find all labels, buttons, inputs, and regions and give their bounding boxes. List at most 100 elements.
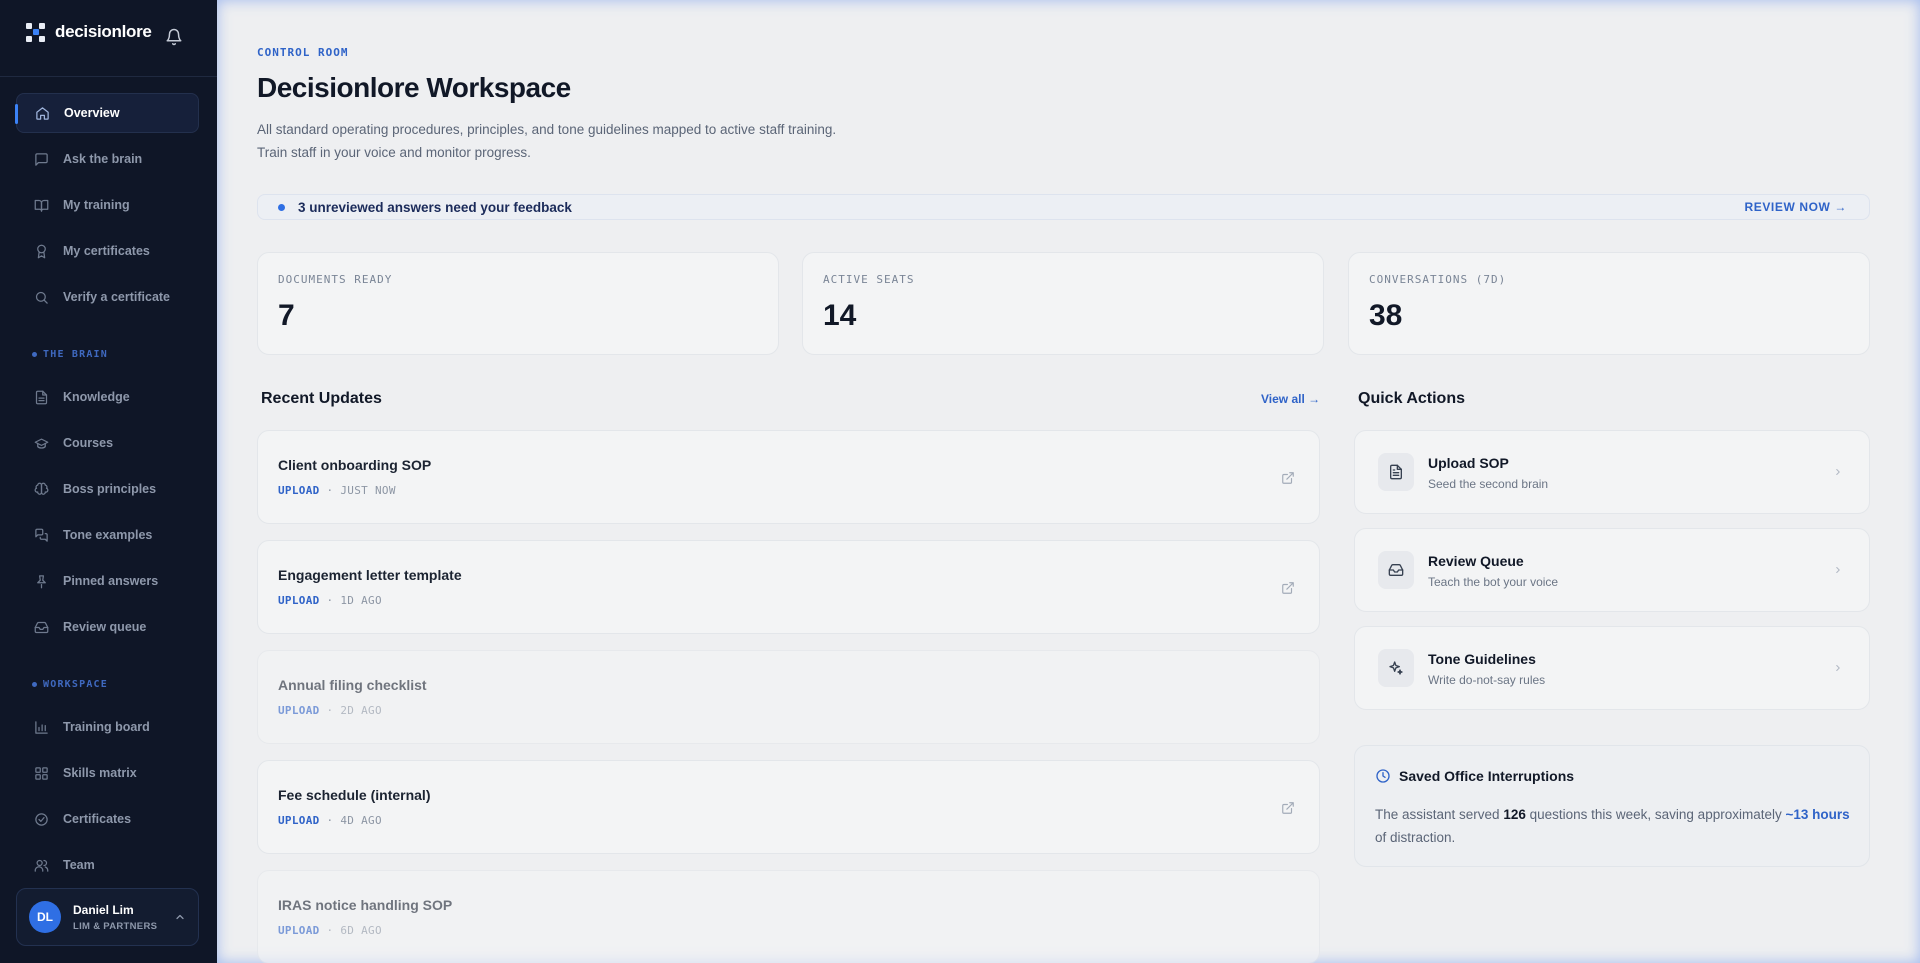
users-icon <box>34 859 49 872</box>
sidebar-item-label: Training board <box>63 720 150 734</box>
update-time: JUST NOW <box>340 484 396 497</box>
sidebar-item-label: Ask the brain <box>63 152 143 166</box>
sidebar-item-boss-principles[interactable]: Boss principles <box>16 469 199 509</box>
quick-action-upload-sop[interactable]: Upload SOP Seed the second brain <box>1354 430 1870 514</box>
stat-card-conversations: CONVERSATIONS (7D) 38 <box>1348 252 1870 355</box>
brand-logo-icon <box>26 22 45 42</box>
quick-actions-title: Quick Actions <box>1358 390 1465 407</box>
check-circle-icon <box>35 812 48 826</box>
clock-icon <box>1376 769 1390 783</box>
stat-value: 7 <box>278 299 295 332</box>
sidebar-item-my-training[interactable]: My training <box>16 185 199 225</box>
savings-text-pre: The assistant served <box>1375 807 1504 822</box>
sidebar-item-certificates[interactable]: Certificates <box>16 799 199 839</box>
sidebar-item-training-board[interactable]: Training board <box>16 707 199 747</box>
sidebar: decisionlore Overview Ask the brain My t… <box>0 0 217 963</box>
page-title: Decisionlore Workspace <box>257 72 571 103</box>
sidebar-item-pinned-answers[interactable]: Pinned answers <box>16 561 199 601</box>
section-label-workspace: WORKSPACE <box>32 679 108 690</box>
inbox-icon <box>34 621 49 633</box>
meta-separator: · <box>326 814 334 827</box>
quick-action-title: Review Queue <box>1428 553 1524 569</box>
update-title: Engagement letter template <box>278 567 462 583</box>
update-meta: UPLOAD · 1D AGO <box>278 594 382 607</box>
sidebar-item-overview[interactable]: Overview <box>15 93 199 133</box>
external-link-icon[interactable] <box>1281 581 1295 595</box>
update-meta: UPLOAD · 6D AGO <box>278 924 382 937</box>
sidebar-divider <box>0 76 217 77</box>
page-subtitle: All standard operating procedures, princ… <box>257 122 837 160</box>
bar-chart-icon <box>35 720 48 734</box>
sidebar-item-courses[interactable]: Courses <box>16 423 199 463</box>
brand-name: decisionlore <box>55 22 152 41</box>
bell-icon[interactable] <box>165 28 183 46</box>
update-card[interactable]: Annual filing checklist UPLOAD · 2D AGO <box>257 650 1320 744</box>
quick-action-review-queue[interactable]: Review Queue Teach the bot your voice <box>1354 528 1870 612</box>
stat-card-seats: ACTIVE SEATS 14 <box>802 252 1324 355</box>
update-type: UPLOAD <box>278 704 320 717</box>
update-title: Client onboarding SOP <box>278 457 432 473</box>
meta-separator: · <box>326 704 334 717</box>
stat-label: DOCUMENTS READY <box>278 273 393 286</box>
sidebar-item-knowledge[interactable]: Knowledge <box>16 377 199 417</box>
quick-action-icon-box <box>1378 649 1414 687</box>
sidebar-item-review-queue[interactable]: Review queue <box>16 607 199 647</box>
sidebar-item-label: Boss principles <box>63 482 157 496</box>
update-time: 6D AGO <box>340 924 382 937</box>
file-text-icon <box>1390 464 1402 480</box>
quick-action-subtitle: Seed the second brain <box>1428 477 1549 491</box>
sidebar-item-label: Verify a certificate <box>63 290 171 304</box>
review-now-link[interactable]: REVIEW NOW → <box>1744 200 1847 214</box>
update-time: 4D AGO <box>340 814 382 827</box>
update-type: UPLOAD <box>278 484 320 497</box>
meta-separator: · <box>326 594 334 607</box>
sparkles-icon <box>1389 661 1403 675</box>
chat-icon <box>35 152 48 166</box>
update-type: UPLOAD <box>278 814 320 827</box>
award-icon <box>37 244 46 258</box>
grid-icon <box>35 766 48 780</box>
graduation-cap-icon <box>34 438 49 449</box>
external-link-icon[interactable] <box>1281 471 1295 485</box>
quick-action-tone-guidelines[interactable]: Tone Guidelines Write do-not-say rules <box>1354 626 1870 710</box>
sidebar-item-skills-matrix[interactable]: Skills matrix <box>16 753 199 793</box>
update-title: Annual filing checklist <box>278 677 427 693</box>
page-eyebrow: CONTROL ROOM <box>257 46 349 59</box>
update-meta: UPLOAD · 4D AGO <box>278 814 382 827</box>
quick-action-subtitle: Write do-not-say rules <box>1428 673 1546 687</box>
stat-card-documents: DOCUMENTS READY 7 <box>257 252 779 355</box>
main-content: CONTROL ROOM Decisionlore Workspace All … <box>217 0 1920 963</box>
sidebar-item-label: My certificates <box>63 244 150 258</box>
sidebar-item-ask-the-brain[interactable]: Ask the brain <box>16 139 199 179</box>
sidebar-item-tone-examples[interactable]: Tone examples <box>16 515 199 555</box>
savings-text-post: of distraction. <box>1375 830 1456 845</box>
update-card[interactable]: Client onboarding SOP UPLOAD · JUST NOW <box>257 430 1320 524</box>
sidebar-item-team[interactable]: Team <box>16 845 199 885</box>
external-link-icon[interactable] <box>1281 801 1295 815</box>
brand[interactable]: decisionlore <box>26 22 152 42</box>
update-type: UPLOAD <box>278 594 320 607</box>
user-menu[interactable]: DL Daniel Lim LIM & PARTNERS <box>16 888 199 946</box>
sidebar-item-label: Courses <box>63 436 114 450</box>
sidebar-item-label: Team <box>63 858 95 872</box>
quick-action-icon-box <box>1378 551 1414 589</box>
document-icon <box>35 390 48 404</box>
savings-count: 126 <box>1503 807 1526 822</box>
update-card[interactable]: Fee schedule (internal) UPLOAD · 4D AGO <box>257 760 1320 854</box>
chevron-right-icon <box>1836 664 1840 672</box>
user-org: LIM & PARTNERS <box>73 920 158 932</box>
saved-interruptions-title: Saved Office Interruptions <box>1399 768 1575 784</box>
update-card[interactable]: Engagement letter template UPLOAD · 1D A… <box>257 540 1320 634</box>
sidebar-item-verify-certificate[interactable]: Verify a certificate <box>16 277 199 317</box>
sidebar-item-my-certificates[interactable]: My certificates <box>16 231 199 271</box>
sidebar-item-label: Overview <box>64 106 120 120</box>
sidebar-item-label: Certificates <box>63 812 132 826</box>
sidebar-item-label: Tone examples <box>63 528 153 542</box>
sidebar-item-label: Knowledge <box>63 390 130 404</box>
stat-label: CONVERSATIONS (7D) <box>1369 273 1507 286</box>
view-all-link[interactable]: View all → <box>1261 392 1320 406</box>
chevron-right-icon <box>1836 566 1840 574</box>
sidebar-item-label: My training <box>63 198 130 212</box>
update-card[interactable]: IRAS notice handling SOP UPLOAD · 6D AGO <box>257 870 1320 963</box>
update-title: Fee schedule (internal) <box>278 787 431 803</box>
